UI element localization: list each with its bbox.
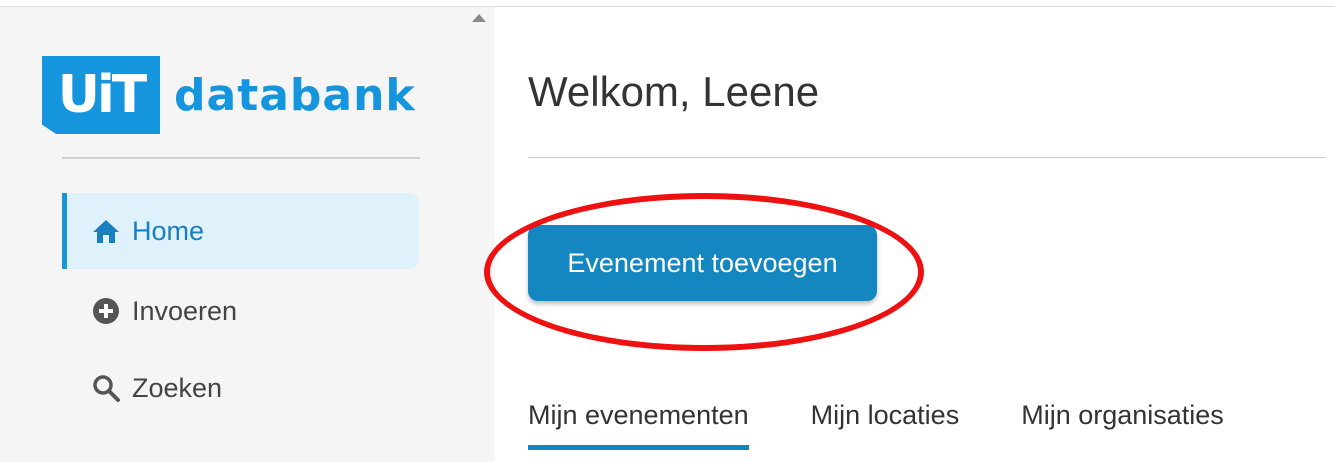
page: UiT databank Home Invoeren Zoeken Welkom… <box>0 0 1335 462</box>
sidebar-item-label: Home <box>132 215 205 246</box>
plus-circle-icon <box>92 297 120 325</box>
title-divider <box>528 157 1325 158</box>
sidebar-item-home[interactable]: Home <box>62 193 419 269</box>
sidebar-item-zoeken[interactable]: Zoeken <box>62 350 419 426</box>
logo-badge: UiT <box>42 56 160 134</box>
tab-bar: Mijn evenementen Mijn locaties Mijn orga… <box>528 400 1286 450</box>
sidebar-divider <box>62 157 420 159</box>
home-icon <box>92 217 120 245</box>
scroll-up-arrow-icon[interactable] <box>472 14 486 22</box>
tab-mijn-locaties[interactable]: Mijn locaties <box>811 400 960 450</box>
tab-mijn-evenementen[interactable]: Mijn evenementen <box>528 400 749 450</box>
logo-wordmark: databank <box>174 69 416 121</box>
tab-mijn-organisaties[interactable]: Mijn organisaties <box>1021 400 1224 450</box>
sidebar-item-label: Invoeren <box>132 295 238 326</box>
page-title: Welkom, Leene <box>528 68 820 115</box>
add-event-button[interactable]: Evenement toevoegen <box>528 225 877 301</box>
sidebar-item-invoeren[interactable]: Invoeren <box>62 273 419 349</box>
uit-databank-logo[interactable]: UiT databank <box>42 55 416 135</box>
search-icon <box>92 374 120 402</box>
sidebar-item-label: Zoeken <box>132 372 223 403</box>
